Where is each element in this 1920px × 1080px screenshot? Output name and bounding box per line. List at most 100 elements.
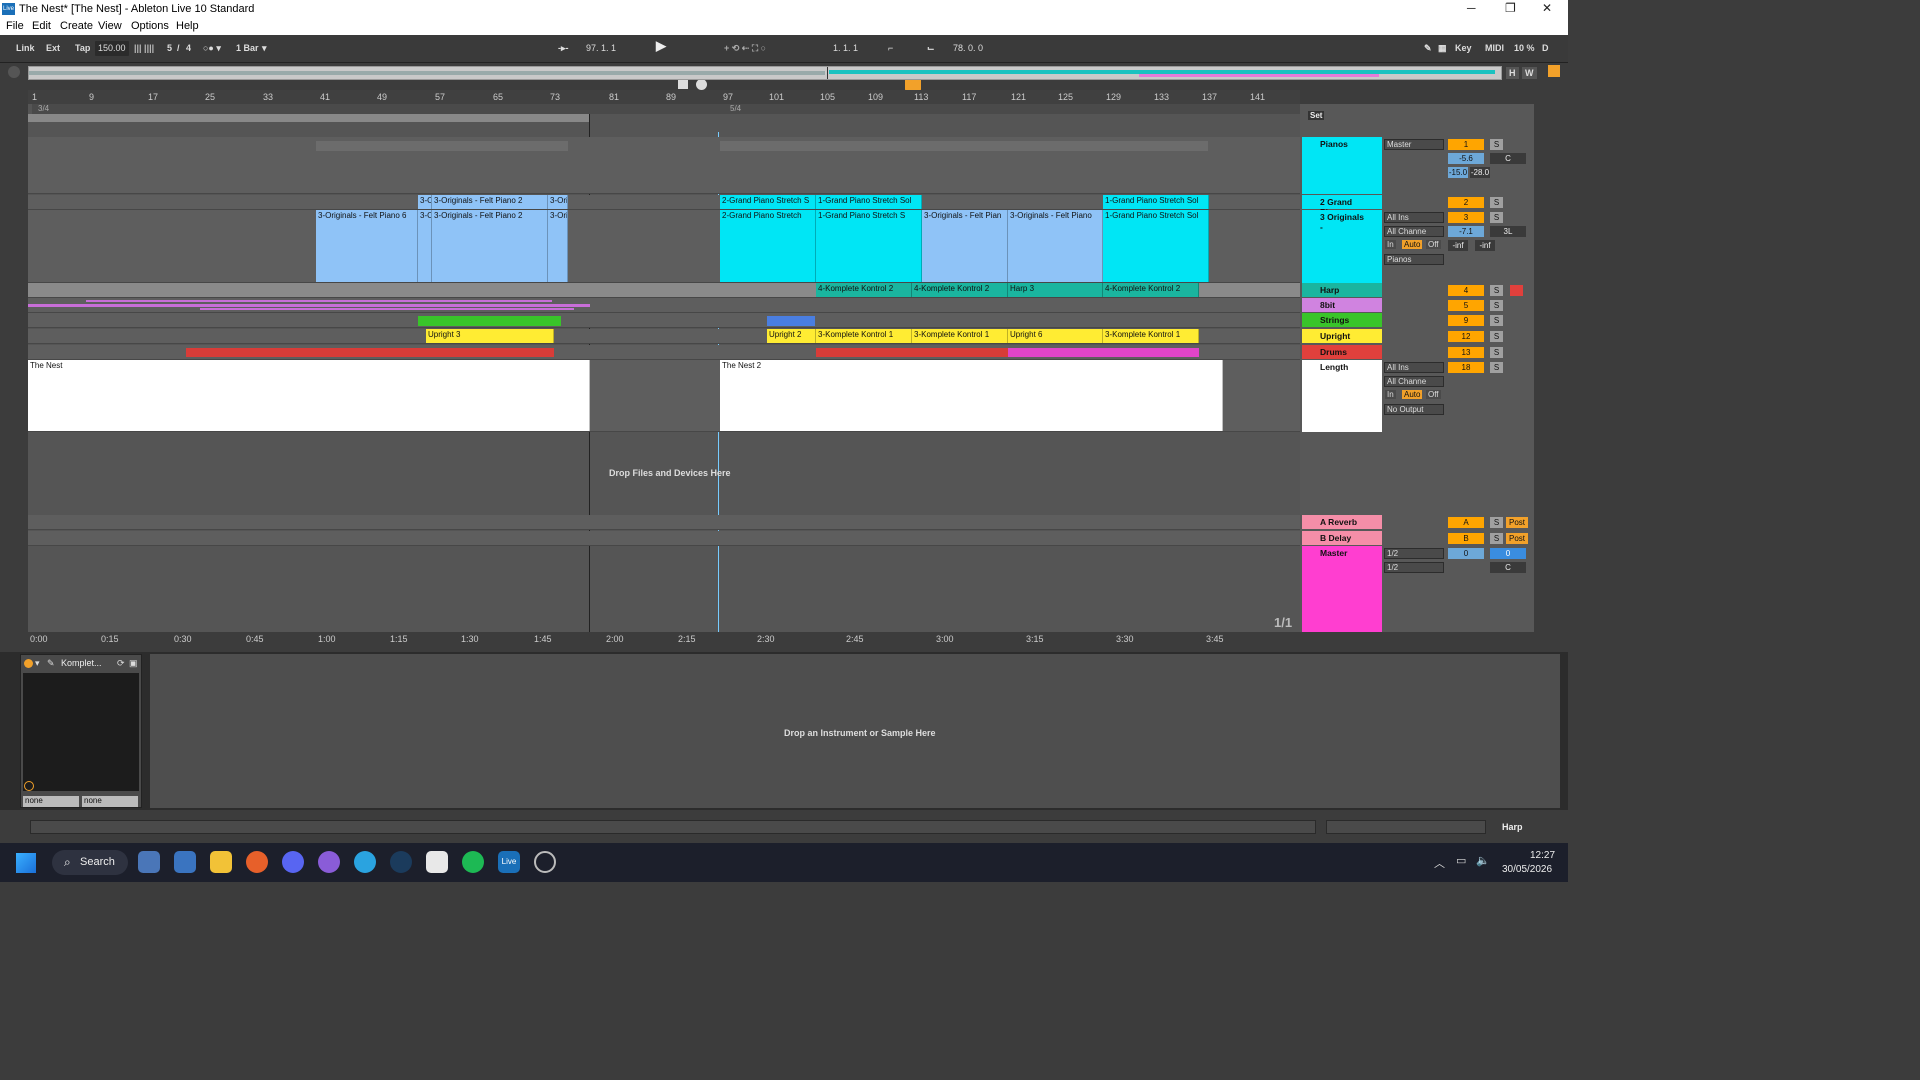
device-drop-zone[interactable]: Drop an Instrument or Sample Here: [150, 654, 1560, 808]
clip[interactable]: 3-Originals - Felt Piano: [1008, 210, 1103, 282]
ableton-live-icon[interactable]: Live: [498, 851, 520, 873]
track-upright[interactable]: Upright: [1302, 329, 1382, 343]
lane-a-reverb[interactable]: [28, 515, 1300, 530]
track-drums[interactable]: Drums: [1302, 345, 1382, 359]
lane-strings[interactable]: [28, 313, 1300, 328]
solo-button[interactable]: S: [1490, 139, 1503, 150]
song-position[interactable]: 97. 1. 1: [583, 41, 619, 56]
track-activator[interactable]: 2: [1448, 197, 1484, 208]
wrench-icon[interactable]: ✎: [47, 658, 55, 669]
clip[interactable]: Upright 6: [1008, 329, 1103, 343]
clip[interactable]: Upright 2: [767, 329, 816, 343]
overdub-icon[interactable]: + ⟲ ⇠ ⛶ ○: [724, 41, 766, 56]
track-pianos[interactable]: Pianos: [1302, 137, 1382, 194]
clip[interactable]: 3-O: [418, 210, 432, 282]
lane-b-delay[interactable]: [28, 531, 1300, 546]
clip[interactable]: The Nest 2: [720, 360, 1223, 431]
menu-file[interactable]: File: [6, 20, 24, 32]
solo-button[interactable]: S: [1490, 533, 1503, 544]
menu-options[interactable]: Options: [131, 20, 169, 32]
punch-in-icon[interactable]: ⌐: [888, 41, 893, 56]
firefox-icon[interactable]: [246, 851, 268, 873]
track-activator[interactable]: 13: [1448, 347, 1484, 358]
lane-pianos[interactable]: [28, 137, 1300, 194]
fox-app-icon[interactable]: [426, 851, 448, 873]
network-icon[interactable]: ▭: [1456, 854, 1466, 867]
w-button[interactable]: W: [1522, 67, 1537, 79]
clip[interactable]: 2-Grand Piano Stretch S: [720, 195, 816, 209]
clip[interactable]: 3-Ori: [548, 195, 568, 209]
track-activator[interactable]: 5: [1448, 300, 1484, 311]
signature-lane[interactable]: 3/4 5/4: [32, 104, 1300, 114]
clip[interactable]: 1-Grand Piano Stretch Sol: [1103, 210, 1209, 282]
lane-grand-piano[interactable]: 3-O 3-Originals - Felt Piano 2 3-Ori 2-G…: [28, 195, 1300, 210]
volume-icon[interactable]: 🔈: [1476, 854, 1490, 867]
obsidian-icon[interactable]: [318, 851, 340, 873]
punch-out-icon[interactable]: ⌙: [927, 41, 935, 56]
solo-button[interactable]: S: [1490, 300, 1503, 311]
output-select[interactable]: Master: [1384, 139, 1444, 150]
track-strings[interactable]: Strings: [1302, 313, 1382, 327]
stop-icon[interactable]: [678, 79, 688, 89]
track-harp[interactable]: Harp: [1302, 283, 1382, 297]
metronome-bars-icon[interactable]: ||| ||||: [134, 41, 154, 56]
arrangement-overview[interactable]: [28, 66, 1502, 80]
clock-date[interactable]: 30/05/2026: [1502, 864, 1552, 875]
solo-button[interactable]: S: [1490, 285, 1503, 296]
draw-mode-icon[interactable]: ✎: [1424, 41, 1432, 56]
tempo-field[interactable]: 150.00: [95, 41, 129, 56]
key-map-button[interactable]: Key: [1455, 41, 1472, 56]
lane-upright[interactable]: Upright 3 Upright 2 3-Komplete Kontrol 1…: [28, 329, 1300, 344]
clip[interactable]: 4-Komplete Kontrol 2: [1103, 283, 1199, 297]
menu-view[interactable]: View: [98, 20, 122, 32]
lane-length[interactable]: The Nest The Nest 2: [28, 360, 1300, 432]
track-activator[interactable]: 3: [1448, 212, 1484, 223]
track-b-delay[interactable]: B Delay: [1302, 531, 1382, 545]
time-ruler[interactable]: 0:00 0:15 0:30 0:45 1:00 1:15 1:30 1:45 …: [28, 632, 1300, 646]
clip[interactable]: 3-Originals - Felt Piano 2: [432, 210, 548, 282]
quantize-select[interactable]: 1 Bar: [236, 41, 259, 56]
menu-edit[interactable]: Edit: [32, 20, 51, 32]
minimize-icon[interactable]: ─: [1467, 1, 1476, 15]
clip[interactable]: 1-Grand Piano Stretch Sol: [816, 195, 922, 209]
master-volume[interactable]: 0: [1448, 548, 1484, 559]
clip[interactable]: Upright 3: [426, 329, 554, 343]
clock-time[interactable]: 12:27: [1530, 850, 1555, 861]
tap-button[interactable]: Tap: [75, 41, 90, 56]
solo-button[interactable]: S: [1490, 517, 1503, 528]
input-type-select[interactable]: All Ins: [1384, 362, 1444, 373]
clip[interactable]: 4-Komplete Kontrol 2: [912, 283, 1008, 297]
save-preset-icon[interactable]: ▣: [129, 658, 138, 669]
clip[interactable]: Harp 3: [1008, 283, 1103, 297]
track-length[interactable]: Length: [1302, 360, 1382, 432]
post-button[interactable]: Post: [1506, 517, 1528, 528]
monitor-in-button[interactable]: In: [1385, 240, 1396, 249]
signature-denominator[interactable]: 4: [186, 41, 191, 56]
track-master[interactable]: Master: [1302, 546, 1382, 632]
solo-button[interactable]: S: [1490, 347, 1503, 358]
steam-icon[interactable]: [390, 851, 412, 873]
track-a-reverb[interactable]: A Reverb: [1302, 515, 1382, 529]
midi-map-button[interactable]: MIDI: [1485, 41, 1504, 56]
close-icon[interactable]: ✕: [1542, 1, 1552, 15]
instrument-device[interactable]: ▾ ✎ Komplet... ⟳ ▣ none none: [20, 654, 142, 808]
clip[interactable]: 3-Ori: [548, 210, 568, 282]
link-button[interactable]: Link: [16, 41, 35, 56]
track-activator[interactable]: 18: [1448, 362, 1484, 373]
maximize-icon[interactable]: ❐: [1505, 1, 1516, 15]
input-channel-select[interactable]: All Channe: [1384, 376, 1444, 387]
menu-create[interactable]: Create: [60, 20, 93, 32]
record-icon[interactable]: [696, 79, 707, 90]
chevron-down-icon[interactable]: ▾: [262, 41, 267, 56]
monitor-auto-button[interactable]: Auto: [1402, 240, 1423, 249]
volume-field[interactable]: -5.6: [1448, 153, 1484, 164]
track-8bit[interactable]: 8bit: [1302, 298, 1382, 312]
collapse-icon[interactable]: [8, 66, 20, 78]
pan-field[interactable]: 3L: [1490, 226, 1526, 237]
cue-output-select[interactable]: 1/2: [1384, 548, 1444, 559]
clip[interactable]: 3-Originals - Felt Piano 6: [316, 210, 418, 282]
device-view[interactable]: ▾ ✎ Komplet... ⟳ ▣ none none Drop an Ins…: [0, 652, 1568, 810]
loop-brace[interactable]: [28, 114, 590, 122]
solo-button[interactable]: S: [1490, 212, 1503, 223]
track-activator[interactable]: 1: [1448, 139, 1484, 150]
